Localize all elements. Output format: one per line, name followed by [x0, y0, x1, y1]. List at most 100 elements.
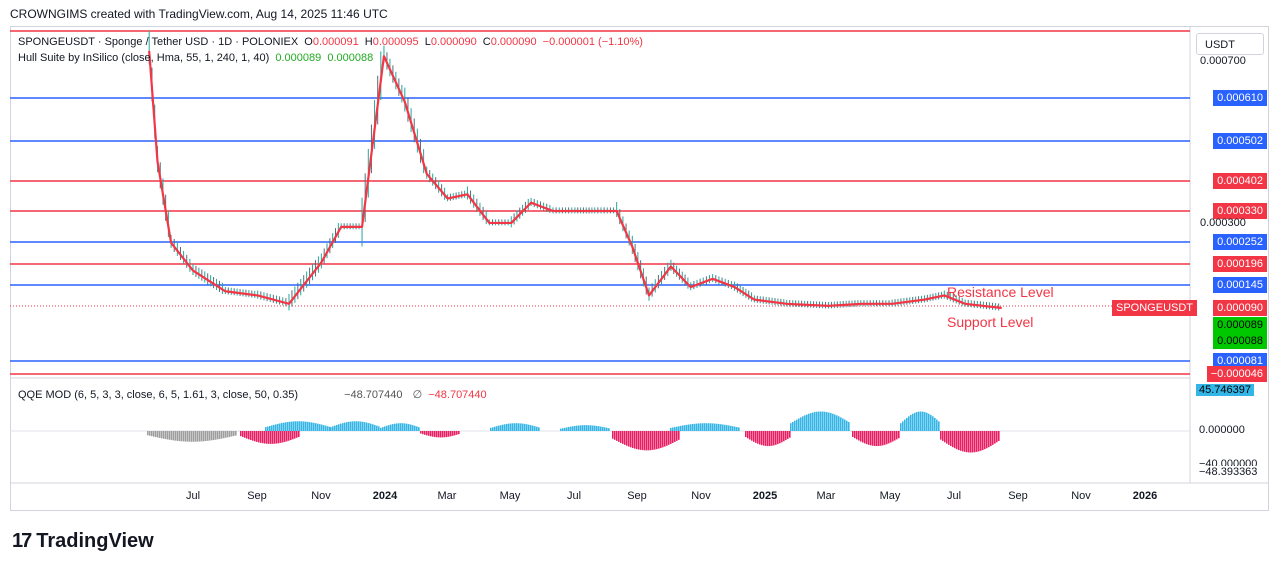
- qqe-bar-0-167: [167, 431, 169, 440]
- qqe-bar-1-294: [294, 431, 296, 439]
- qqe-bar-11-810: [810, 413, 812, 431]
- qqe-bar-8-648: [648, 431, 650, 451]
- qqe-bar-11-828: [828, 412, 830, 431]
- qqe-bar-7-606: [606, 427, 608, 431]
- qqe-bar-4-390: [390, 424, 392, 431]
- qqe-bar-1-250: [250, 431, 252, 441]
- qqe-bar-14-964: [964, 431, 966, 452]
- qqe-bar-0-197: [197, 431, 199, 442]
- qqe-bar-0-201: [201, 431, 203, 442]
- qqe-bar-13-906: [906, 417, 908, 431]
- qqe-bar-2-283: [283, 422, 285, 431]
- qqe-bar-3-342: [342, 423, 344, 431]
- qqe-bar-14-988: [988, 431, 990, 448]
- qqe-bar-4-382: [382, 427, 384, 431]
- qqe-bar-0-203: [203, 431, 205, 442]
- qqe-bar-9-702: [702, 423, 704, 431]
- qqe-bar-14-946: [946, 431, 948, 444]
- qqe-bar-14-952: [952, 431, 954, 448]
- qqe-bar-4-400: [400, 423, 402, 431]
- qqe-value-2: ∅: [412, 389, 423, 401]
- qqe-bar-2-279: [279, 423, 281, 431]
- qqe-bar-0-207: [207, 431, 209, 441]
- qqe-bar-2-293: [293, 421, 295, 431]
- qqe-bar-9-698: [698, 423, 700, 431]
- qqe-bar-13-916: [916, 412, 918, 431]
- qqe-bar-5-424: [424, 431, 426, 435]
- qqe-bar-1-276: [276, 431, 278, 444]
- qqe-bar-3-372: [372, 424, 374, 431]
- qqe-bar-7-566: [566, 427, 568, 431]
- qqe-bar-9-704: [704, 423, 706, 431]
- qqe-bar-0-199: [199, 431, 201, 442]
- qqe-bar-9-716: [716, 423, 718, 431]
- qqe-bar-10-757: [757, 431, 759, 444]
- qqe-bar-11-820: [820, 411, 822, 431]
- qqe-bar-13-926: [926, 412, 928, 431]
- qqe-bar-5-444: [444, 431, 446, 438]
- qqe-bar-11-804: [804, 415, 806, 431]
- qqe-bar-12-868: [868, 431, 870, 445]
- currency-button[interactable]: USDT: [1196, 33, 1264, 55]
- qqe-bar-2-313: [313, 422, 315, 431]
- qqe-bar-1-258: [258, 431, 260, 443]
- qqe-bar-14-974: [974, 431, 976, 453]
- qqe-bar-5-450: [450, 431, 452, 437]
- qqe-bar-6-530: [530, 425, 532, 431]
- qqe-bar-0-195: [195, 431, 197, 442]
- qqe-bar-5-458: [458, 431, 460, 435]
- qqe-bar-14-954: [954, 431, 956, 449]
- qqe-bar-11-794: [794, 420, 796, 431]
- qqe-bar-1-266: [266, 431, 268, 444]
- qqe-bar-5-440: [440, 431, 442, 438]
- x-tick-label-7: Sep: [627, 490, 647, 502]
- qqe-bar-14-978: [978, 431, 980, 452]
- qqe-bar-10-745: [745, 431, 747, 438]
- qqe-bar-7-600: [600, 426, 602, 431]
- qqe-bar-11-808: [808, 413, 810, 431]
- qqe-bar-0-163: [163, 431, 165, 439]
- qqe-bar-8-678: [678, 431, 680, 440]
- qqe-bar-14-994: [994, 431, 996, 444]
- qqe-bar-10-785: [785, 431, 787, 441]
- qqe-bar-2-327: [327, 426, 329, 431]
- qqe-bar-9-706: [706, 423, 708, 431]
- qqe-bar-2-267: [267, 426, 269, 431]
- qqe-bar-2-277: [277, 423, 279, 431]
- qqe-bar-8-622: [622, 431, 624, 444]
- qqe-bar-0-185: [185, 431, 187, 442]
- qqe-bar-11-798: [798, 418, 800, 431]
- qqe-bar-9-712: [712, 423, 714, 431]
- qqe-bar-13-912: [912, 413, 914, 431]
- qqe-bar-4-410: [410, 424, 412, 431]
- qqe-bar-10-765: [765, 431, 767, 446]
- qqe-bar-1-248: [248, 431, 250, 440]
- qqe-axis-label-1: 0.000000: [1199, 424, 1245, 436]
- qqe-bar-3-346: [346, 422, 348, 431]
- hull-value-1: 0.000089: [275, 52, 322, 64]
- hull-suite-line: [148, 50, 1002, 310]
- qqe-bar-13-908: [908, 416, 910, 431]
- qqe-bar-0-179: [179, 431, 181, 442]
- qqe-bar-5-434: [434, 431, 436, 438]
- qqe-bar-14-982: [982, 431, 984, 451]
- qqe-bar-12-898: [898, 431, 900, 439]
- qqe-bar-0-181: [181, 431, 183, 442]
- qqe-bar-3-364: [364, 422, 366, 431]
- resistance-annotation: Resistance Level: [947, 284, 1054, 300]
- qqe-bar-7-602: [602, 426, 604, 431]
- qqe-bar-4-408: [408, 424, 410, 431]
- qqe-bar-5-420: [420, 431, 422, 434]
- qqe-bar-12-852: [852, 431, 854, 438]
- qqe-bar-11-846: [846, 420, 848, 431]
- qqe-bar-8-666: [666, 431, 668, 446]
- qqe-bar-13-914: [914, 412, 916, 431]
- qqe-bar-2-299: [299, 421, 301, 431]
- qqe-bar-2-301: [301, 421, 303, 431]
- tradingview-logo[interactable]: 17 TradingView: [12, 530, 154, 553]
- qqe-bar-4-386: [386, 425, 388, 431]
- qqe-bar-0-187: [187, 431, 189, 442]
- qqe-bar-2-311: [311, 422, 313, 431]
- qqe-bar-0-153: [153, 431, 155, 437]
- qqe-bar-5-430: [430, 431, 432, 437]
